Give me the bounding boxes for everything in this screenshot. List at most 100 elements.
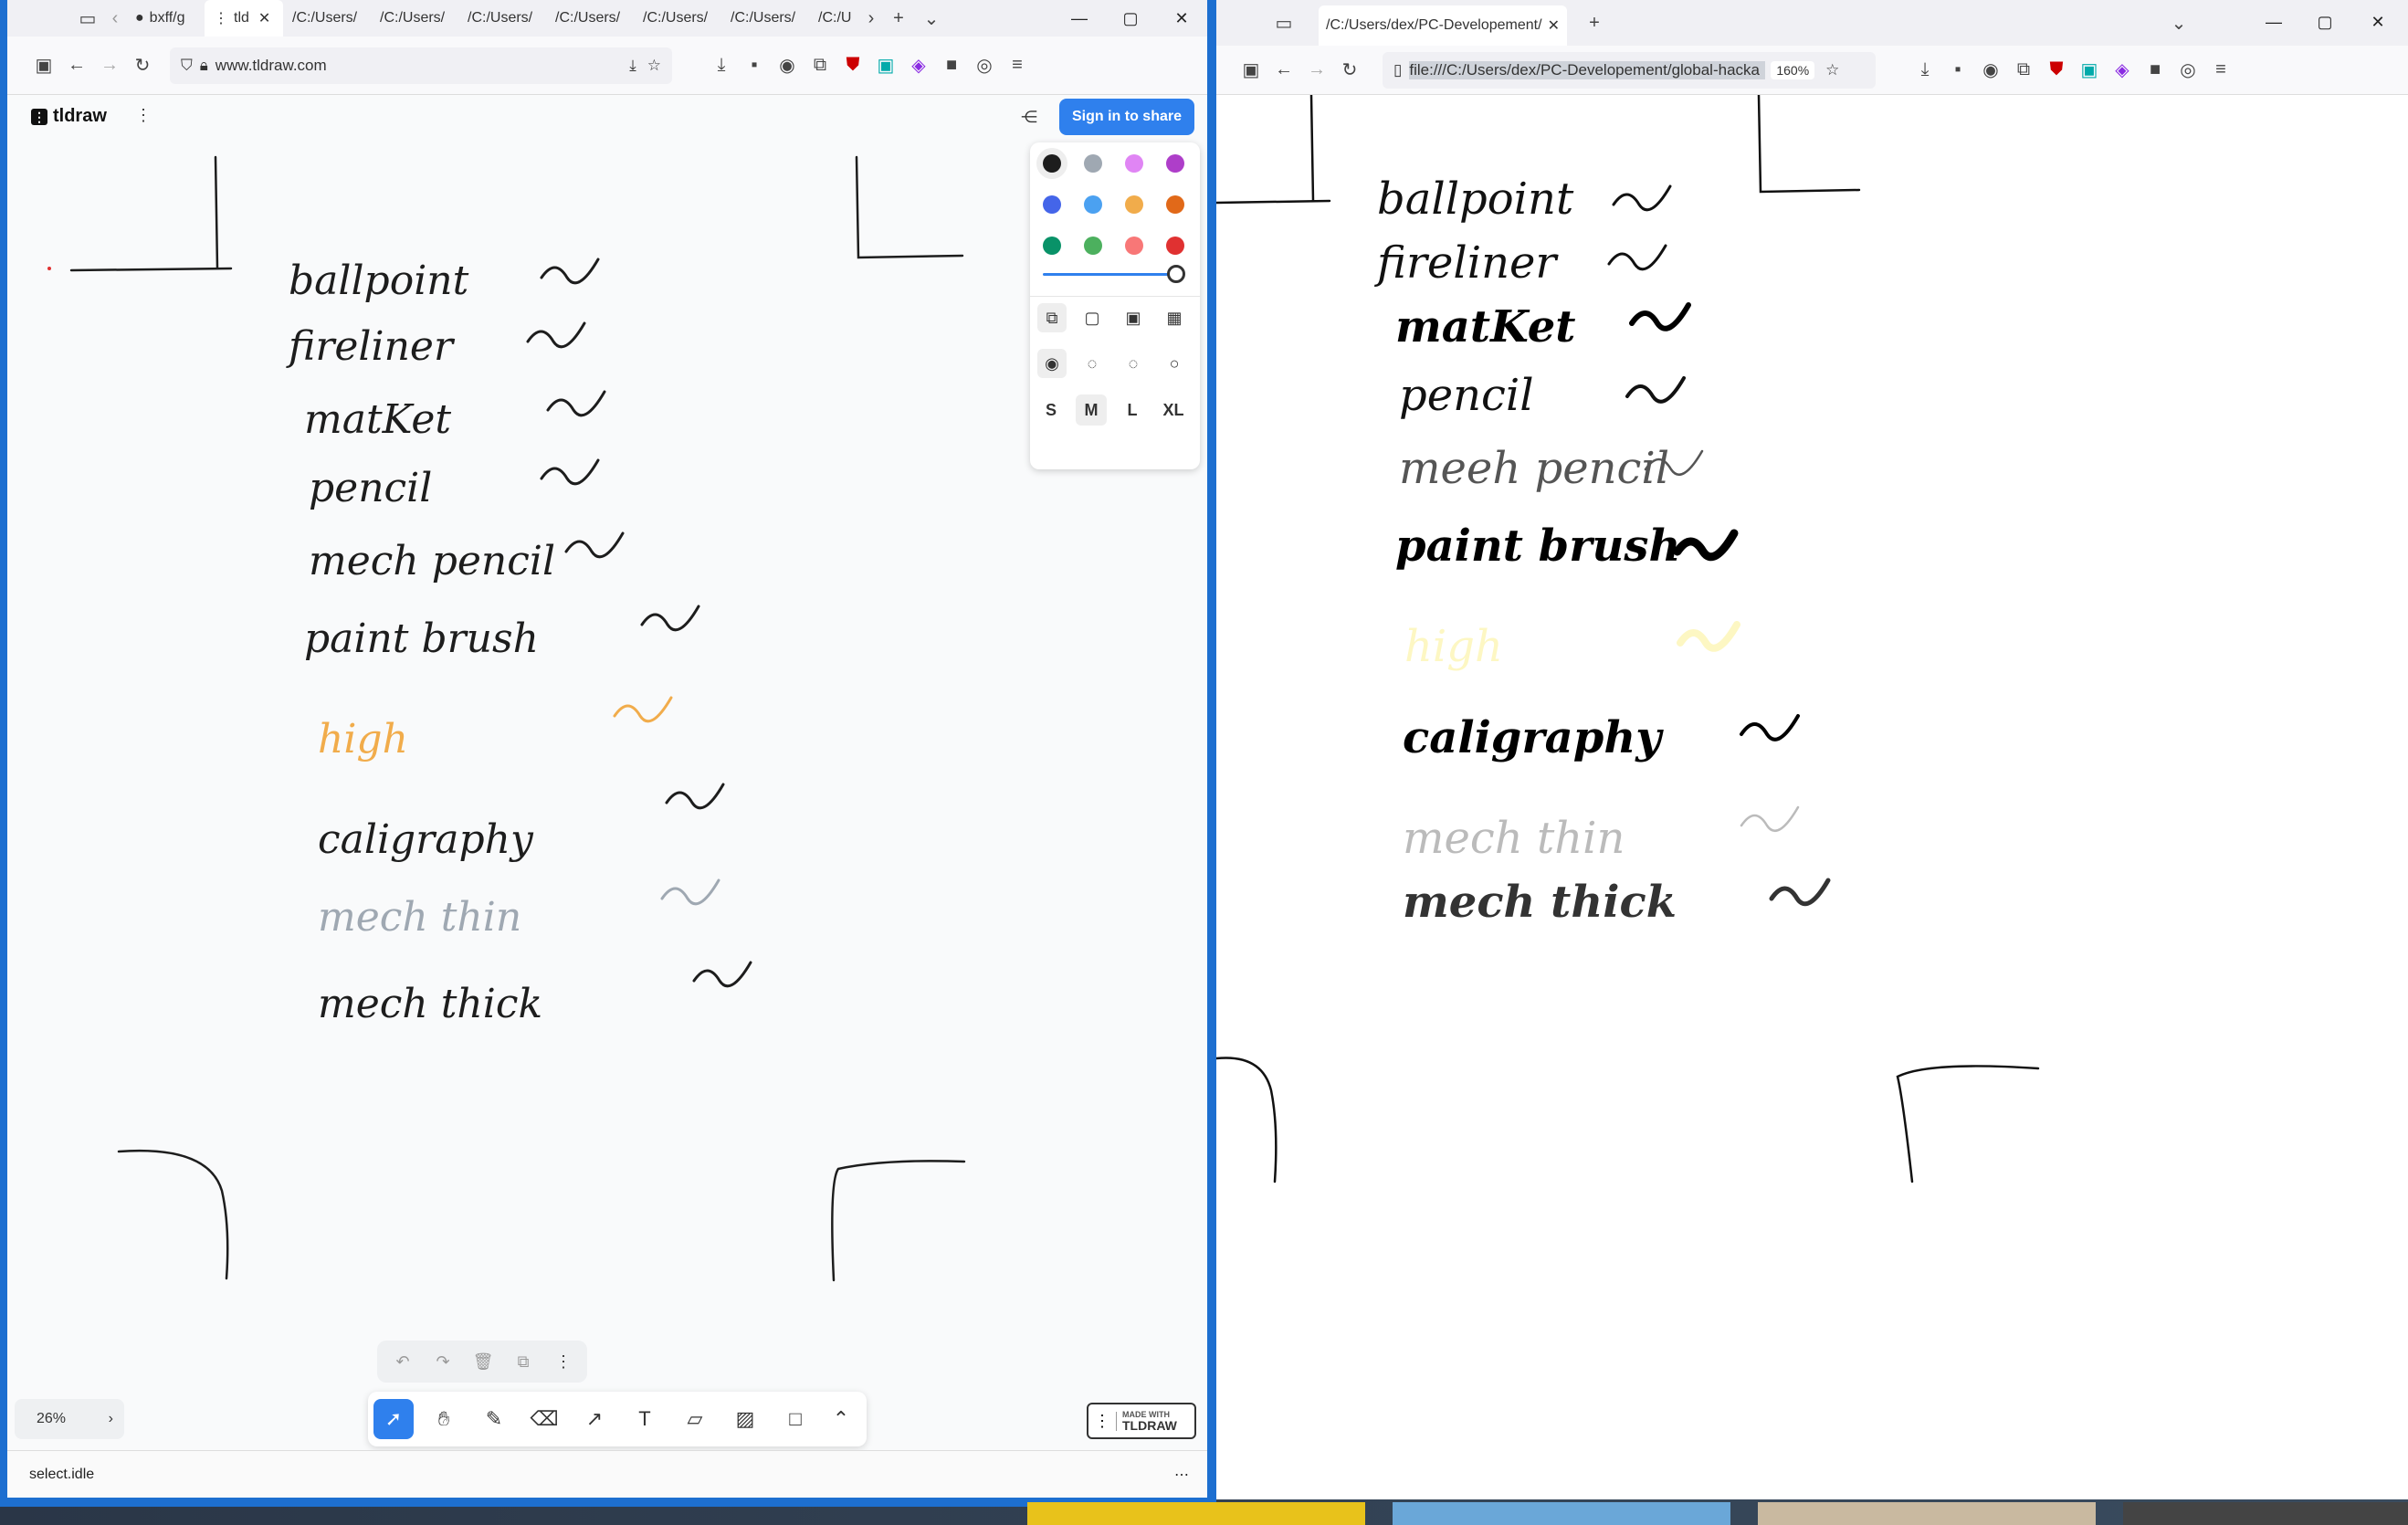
extension-icon-4[interactable]: ■ — [935, 49, 968, 82]
more-tools-icon[interactable]: ⌃ — [821, 1399, 861, 1439]
left-label-1: fireliner — [286, 323, 456, 370]
extension-icon-right-3[interactable]: ◈ — [2106, 54, 2139, 87]
extension-icon-3[interactable]: ◈ — [902, 49, 935, 82]
forward-icon[interactable]: → — [93, 49, 126, 82]
action-bar: ↶ ↷ 🗑︎ ⧉ ⋮ — [377, 1341, 587, 1383]
back-icon-right[interactable]: ← — [1267, 54, 1300, 87]
rectangle-tool-icon[interactable]: □ — [775, 1399, 815, 1439]
extension-icon-right-5[interactable]: ◎ — [2171, 54, 2204, 87]
tab-file-5[interactable]: /C:/Users/ — [634, 0, 721, 37]
right-squiggle-5 — [1673, 529, 1739, 562]
arrow-tool-icon[interactable]: ↗ — [574, 1399, 615, 1439]
tab-file-6[interactable]: /C:/Users/ — [721, 0, 809, 37]
maximize-icon[interactable]: ▢ — [1105, 0, 1156, 37]
undo-icon[interactable]: ↶ — [383, 1341, 423, 1382]
more-actions-icon[interactable]: ⋮ — [543, 1341, 584, 1382]
hand-tool-icon[interactable]: ✋︎ — [424, 1399, 464, 1439]
sidebar-icon[interactable]: ▣ — [27, 49, 60, 82]
left-label-8: mech thin — [318, 894, 521, 941]
account-icon-right[interactable]: ◉ — [1974, 54, 2007, 87]
close-tab-icon[interactable]: ✕ — [258, 9, 270, 27]
tab-list-icon-right[interactable]: ▭ — [1267, 6, 1300, 39]
extensions-puzzle-icon-right[interactable]: ⧉ — [2007, 54, 2040, 87]
media-tool-icon[interactable]: ▨ — [725, 1399, 765, 1439]
extension-icon-1[interactable]: ▪ — [738, 49, 771, 82]
zoom-badge[interactable]: 160% — [1771, 60, 1815, 79]
left-squiggle-8 — [660, 878, 720, 906]
select-tool-icon[interactable]: ➚ — [373, 1399, 414, 1439]
tab-file-3[interactable]: /C:/Users/ — [458, 0, 546, 37]
thumbnail-4[interactable] — [2123, 1502, 2408, 1525]
right-label-9: mech thick — [1403, 877, 1677, 928]
tldraw-canvas[interactable]: ⋮ tldraw ⋮ ⋲ Sign in to share ⧉ ▢ ▣ ▦ ◉ … — [7, 95, 1207, 1498]
draw-tool-icon[interactable]: ✎ — [474, 1399, 514, 1439]
account-icon[interactable]: ◉ — [771, 49, 804, 82]
extension-icon-2[interactable]: ▣ — [869, 49, 902, 82]
tab-list-icon[interactable]: ▭ — [71, 2, 104, 35]
install-icon[interactable]: ⤓ — [629, 57, 636, 75]
tab-file-4[interactable]: /C:/Users/ — [546, 0, 634, 37]
forward-icon-right[interactable]: → — [1300, 54, 1333, 87]
menu-icon[interactable]: ≡ — [1001, 49, 1034, 82]
text-tool-icon[interactable]: T — [625, 1399, 665, 1439]
close-window-icon-right[interactable]: ✕ — [2352, 4, 2403, 40]
new-tab-icon[interactable]: + — [882, 2, 915, 35]
url-bar-right[interactable]: ▯ file:///C:/Users/dex/PC-Developement/g… — [1383, 51, 1876, 89]
reload-icon-right[interactable]: ↻ — [1333, 54, 1366, 87]
sidebar-icon-right[interactable]: ▣ — [1235, 54, 1267, 87]
nav-bar-right: ▣ ← → ↻ ▯ file:///C:/Users/dex/PC-Develo… — [1216, 46, 2408, 95]
ublock-icon[interactable]: ⛊ — [836, 49, 869, 82]
ublock-icon-right[interactable]: ⛊ — [2040, 54, 2073, 87]
note-tool-icon[interactable]: ▱ — [675, 1399, 715, 1439]
tab-file-7[interactable]: /C:/U — [809, 0, 860, 37]
extension-icon-right-1[interactable]: ▪ — [1941, 54, 1974, 87]
tab-tldraw[interactable]: ⋮ tld ✕ — [205, 0, 283, 37]
left-label-5: paint brush — [304, 615, 539, 662]
minimize-icon[interactable]: — — [1054, 0, 1105, 37]
scroll-tabs-right-icon[interactable]: › — [860, 2, 882, 35]
tab-overflow-icon[interactable]: ⌄ — [915, 2, 948, 35]
r-corner-bottom-right — [1896, 1065, 2040, 1183]
right-label-3: pencil — [1399, 370, 1534, 421]
debug-menu-icon[interactable]: ⋯ — [1174, 1466, 1189, 1484]
duplicate-icon[interactable]: ⧉ — [503, 1341, 543, 1382]
eraser-tool-icon[interactable]: ⌫ — [524, 1399, 564, 1439]
made-with-tldraw-badge[interactable]: ⋮ MADE WITH TLDRAW — [1087, 1403, 1196, 1439]
tab-local-file[interactable]: /C:/Users/dex/PC-Developement/gl ✕ — [1319, 5, 1567, 46]
left-label-9: mech thick — [318, 981, 542, 1027]
downloads-icon[interactable]: ⤓ — [705, 49, 738, 82]
taskbar-thumbnails — [1027, 1502, 2408, 1525]
menu-icon-right[interactable]: ≡ — [2204, 54, 2237, 87]
left-label-4: mech pencil — [309, 538, 555, 584]
back-icon[interactable]: ← — [60, 49, 93, 82]
redo-icon[interactable]: ↷ — [423, 1341, 463, 1382]
left-label-7: caligraphy — [318, 816, 534, 863]
downloads-icon-right[interactable]: ⤓ — [1909, 54, 1941, 87]
maximize-icon-right[interactable]: ▢ — [2299, 4, 2350, 40]
thumbnail-3[interactable] — [1758, 1502, 2096, 1525]
close-window-icon[interactable]: ✕ — [1156, 0, 1207, 37]
tab-overflow-icon-right[interactable]: ⌄ — [2162, 6, 2195, 39]
laser-dot — [47, 267, 51, 270]
reload-icon[interactable]: ↻ — [126, 49, 159, 82]
minimize-icon-right[interactable]: — — [2248, 4, 2299, 40]
delete-icon[interactable]: 🗑︎ — [463, 1341, 503, 1382]
close-tab-icon-right[interactable]: ✕ — [1548, 16, 1560, 35]
scroll-tabs-left-icon[interactable]: ‹ — [104, 2, 126, 35]
extension-icon-right-4[interactable]: ■ — [2139, 54, 2171, 87]
right-label-0: ballpoint — [1377, 174, 1574, 225]
zoom-menu[interactable]: 26% › — [15, 1399, 124, 1439]
bookmark-star-icon-right[interactable]: ☆ — [1825, 61, 1839, 79]
new-tab-icon-right[interactable]: + — [1578, 6, 1611, 39]
extensions-puzzle-icon[interactable]: ⧉ — [804, 49, 836, 82]
tab-file-2[interactable]: /C:/Users/ — [371, 0, 458, 37]
tab-file-1[interactable]: /C:/Users/ — [283, 0, 371, 37]
url-bar[interactable]: ⛉ 🔒︎ www.tldraw.com ⤓ ☆ — [170, 47, 672, 84]
thumbnail-2[interactable] — [1393, 1502, 1730, 1525]
thumbnail-1[interactable] — [1027, 1502, 1365, 1525]
exported-drawing-canvas[interactable]: ballpoint fireliner matKet pencil meeh penci… — [1216, 95, 2408, 1499]
tab-github[interactable]: ● bxff/g — [126, 0, 205, 37]
bookmark-star-icon[interactable]: ☆ — [647, 57, 661, 75]
extension-icon-5[interactable]: ◎ — [968, 49, 1001, 82]
extension-icon-right-2[interactable]: ▣ — [2073, 54, 2106, 87]
